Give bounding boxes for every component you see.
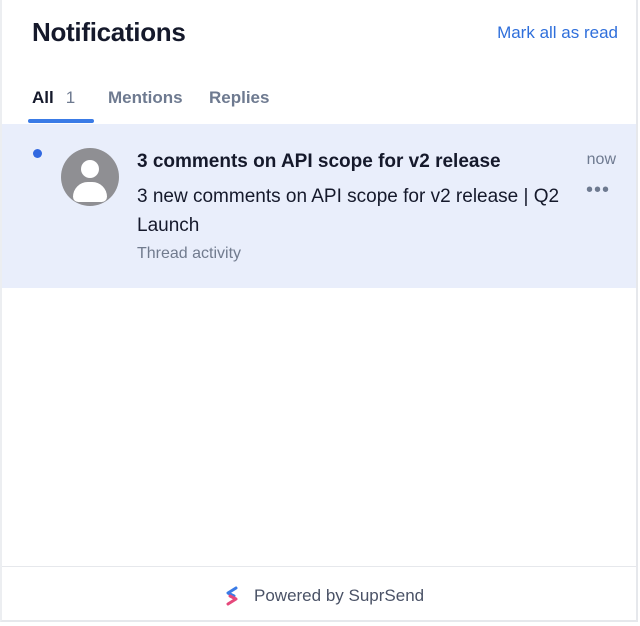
notification-time: now <box>586 151 616 168</box>
tab-replies[interactable]: Replies <box>209 88 269 108</box>
notification-item[interactable]: 3 comments on API scope for v2 release 3… <box>2 124 636 288</box>
powered-by-label: Powered by SuprSend <box>254 586 425 605</box>
tab-mentions[interactable]: Mentions <box>108 88 183 108</box>
active-tab-indicator <box>28 119 94 123</box>
unread-dot <box>33 149 42 158</box>
tab-bar: All 1 Mentions Replies <box>2 78 636 124</box>
panel-footer: Powered by SuprSend <box>2 566 636 622</box>
avatar-body <box>73 182 107 202</box>
tab-all-label: All <box>32 88 54 107</box>
tab-all-count: 1 <box>65 88 76 107</box>
notification-panel: Notifications Mark all as read All 1 Ment… <box>0 0 638 622</box>
notification-title: 3 comments on API scope for v2 release <box>137 151 501 172</box>
page-title: Notifications <box>32 17 186 47</box>
notification-body: 3 new comments on API scope for v2 relea… <box>137 186 560 236</box>
ellipsis-icon[interactable]: ••• <box>586 180 610 200</box>
panel-header: Notifications Mark all as read <box>2 0 636 70</box>
notification-list: 3 comments on API scope for v2 release 3… <box>2 124 636 288</box>
avatar-head <box>81 160 99 178</box>
notification-subtext: Thread activity <box>137 245 242 262</box>
suprsend-logo-icon <box>226 586 238 606</box>
mark-all-read-button[interactable]: Mark all as read <box>497 23 618 43</box>
user-avatar-icon <box>61 148 119 206</box>
tab-all[interactable]: All 1 <box>32 88 75 108</box>
powered-by[interactable]: Powered by SuprSend <box>224 585 424 607</box>
